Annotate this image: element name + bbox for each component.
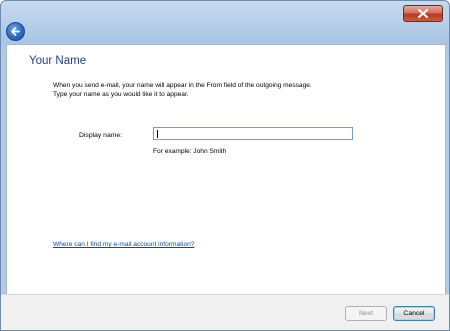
title-bar — [1, 1, 449, 44]
close-icon — [418, 9, 428, 18]
close-button[interactable] — [403, 5, 443, 22]
instruction-line-1: When you send e-mail, your name will app… — [53, 82, 312, 89]
display-name-input[interactable] — [153, 127, 353, 140]
next-button[interactable]: Next — [345, 306, 387, 321]
account-info-help-link[interactable]: Where can I find my e-mail account infor… — [53, 241, 194, 248]
text-caret — [157, 130, 158, 138]
cancel-button[interactable]: Cancel — [393, 306, 435, 321]
button-bar: Next Cancel — [1, 294, 449, 330]
back-button[interactable] — [6, 22, 25, 41]
instructions: When you send e-mail, your name will app… — [53, 81, 433, 99]
content-pane: Your Name When you send e-mail, your nam… — [6, 44, 446, 295]
example-text: For example: John Smith — [153, 148, 227, 155]
back-arrow-icon — [11, 27, 20, 36]
instruction-line-2: Type your name as you would like it to a… — [53, 91, 189, 98]
display-name-label: Display name: — [79, 132, 123, 139]
page-title: Your Name — [29, 55, 87, 67]
dialog-window: Your Name When you send e-mail, your nam… — [0, 0, 450, 331]
